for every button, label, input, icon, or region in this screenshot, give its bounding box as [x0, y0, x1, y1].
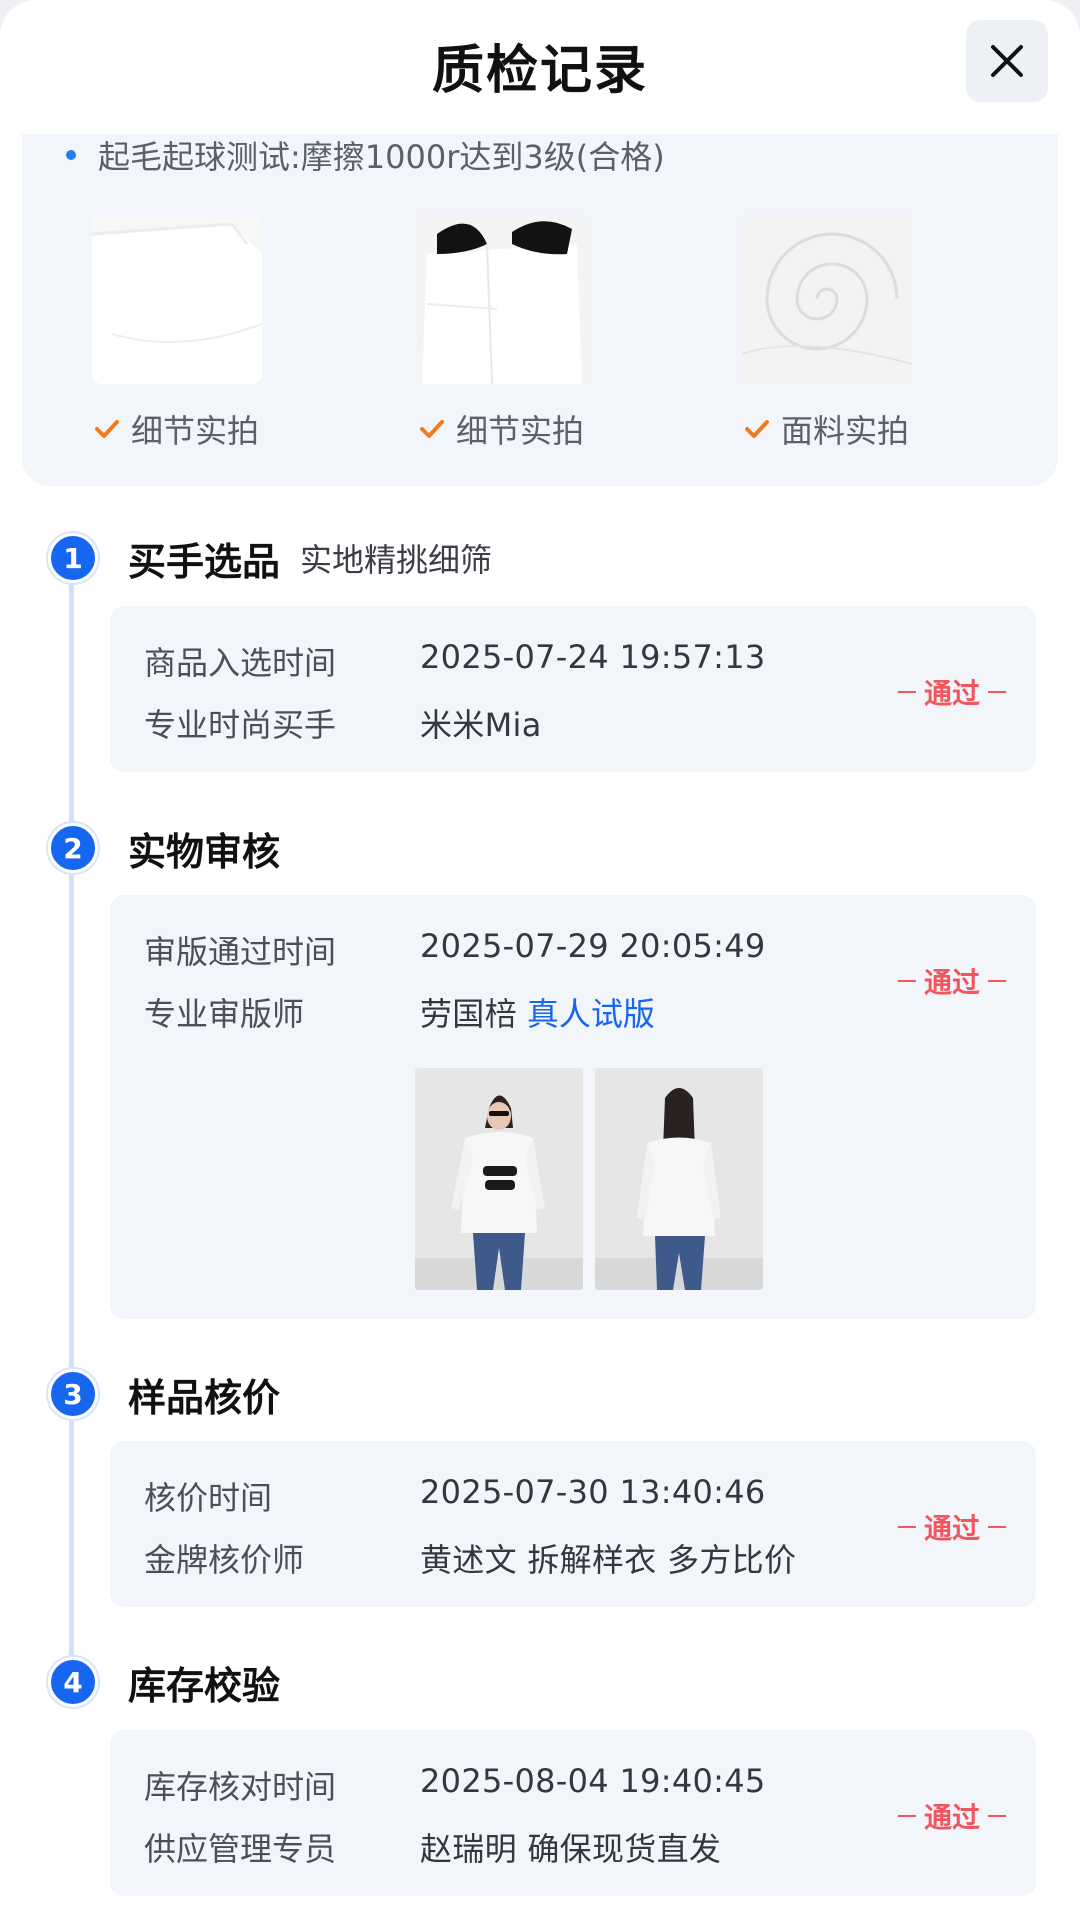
page-title: 质检记录 — [431, 41, 648, 101]
model-back-photo[interactable] — [595, 1068, 763, 1290]
quality-record-sheet: 起毛起球测试:摩擦1000r达到3级(合格) 细节实拍 细节实拍 面料实拍 质检… — [0, 0, 1080, 1920]
photo-label-2: 细节实拍 — [382, 406, 622, 452]
step-2-card: 审版通过时间 2025-07-29 20:05:49 专业审版师 劳国棓 真人试… — [110, 895, 1036, 1319]
step-4-card: 库存核对时间 2025-08-04 19:40:45 供应管理专员 赵瑞明 确保… — [110, 1730, 1036, 1896]
sheet-header: 质检记录 — [0, 0, 1080, 134]
check-icon — [744, 420, 769, 438]
info-row: 核价时间 2025-07-30 13:40:46 — [144, 1473, 766, 1517]
step-number: 4 — [48, 1657, 98, 1707]
info-row: 专业审版师 劳国棓 真人试版 — [144, 989, 655, 1035]
step-title: 买手选品 — [128, 539, 281, 584]
step-title: 库存校验 — [128, 1663, 281, 1708]
info-row: 审版通过时间 2025-07-29 20:05:49 — [144, 927, 766, 971]
pilling-test-item: 起毛起球测试:摩擦1000r达到3级(合格) — [66, 132, 665, 178]
status-badge: 通过 — [890, 672, 1014, 712]
bullet-dot-icon — [66, 150, 76, 160]
step-number: 1 — [48, 533, 98, 583]
check-icon — [419, 420, 444, 438]
step-3-header: 3 样品核价 — [48, 1369, 280, 1420]
step-title: 样品核价 — [128, 1375, 281, 1420]
info-row: 专业时尚买手 米米Mia — [144, 706, 542, 744]
status-badge: 通过 — [890, 961, 1014, 1001]
info-row: 金牌核价师 黄述文 拆解样衣 多方比价 — [144, 1541, 797, 1579]
close-button[interactable] — [966, 20, 1048, 102]
try-on-link[interactable]: 真人试版 — [527, 989, 655, 1035]
status-badge: 通过 — [890, 1507, 1014, 1547]
detail-photo-image[interactable] — [92, 214, 262, 384]
info-row: 供应管理专员 赵瑞明 确保现货直发 — [144, 1830, 722, 1868]
step-3-card: 核价时间 2025-07-30 13:40:46 金牌核价师 黄述文 拆解样衣 … — [110, 1441, 1036, 1607]
timeline-line — [69, 560, 74, 1680]
close-icon — [991, 45, 1023, 77]
photo-label-1: 细节实拍 — [57, 406, 297, 452]
pilling-test-text: 起毛起球测试:摩擦1000r达到3级(合格) — [98, 138, 665, 176]
check-icon — [94, 420, 119, 438]
step-1-header: 1 买手选品 实地精挑细筛 — [48, 533, 493, 584]
photo-label-3: 面料实拍 — [707, 406, 947, 452]
detail-photo-2[interactable]: 细节实拍 — [382, 214, 622, 452]
info-row: 商品入选时间 2025-07-24 19:57:13 — [144, 638, 766, 682]
step-subtitle: 实地精挑细筛 — [300, 541, 493, 579]
fabric-photo[interactable]: 面料实拍 — [707, 214, 947, 452]
step-number: 2 — [48, 823, 98, 873]
detail-photo-image[interactable] — [417, 214, 587, 384]
step-title: 实物审核 — [128, 829, 281, 874]
fabric-photo-image[interactable] — [742, 214, 912, 384]
status-badge: 通过 — [890, 1796, 1014, 1836]
step-number: 3 — [48, 1369, 98, 1419]
info-row: 库存核对时间 2025-08-04 19:40:45 — [144, 1762, 766, 1806]
model-front-photo[interactable] — [415, 1068, 583, 1290]
step-1-card: 商品入选时间 2025-07-24 19:57:13 专业时尚买手 米米Mia … — [110, 606, 1036, 772]
step-4-header: 4 库存校验 — [48, 1657, 280, 1708]
step-2-header: 2 实物审核 — [48, 823, 280, 874]
detail-photo-1[interactable]: 细节实拍 — [57, 214, 297, 452]
